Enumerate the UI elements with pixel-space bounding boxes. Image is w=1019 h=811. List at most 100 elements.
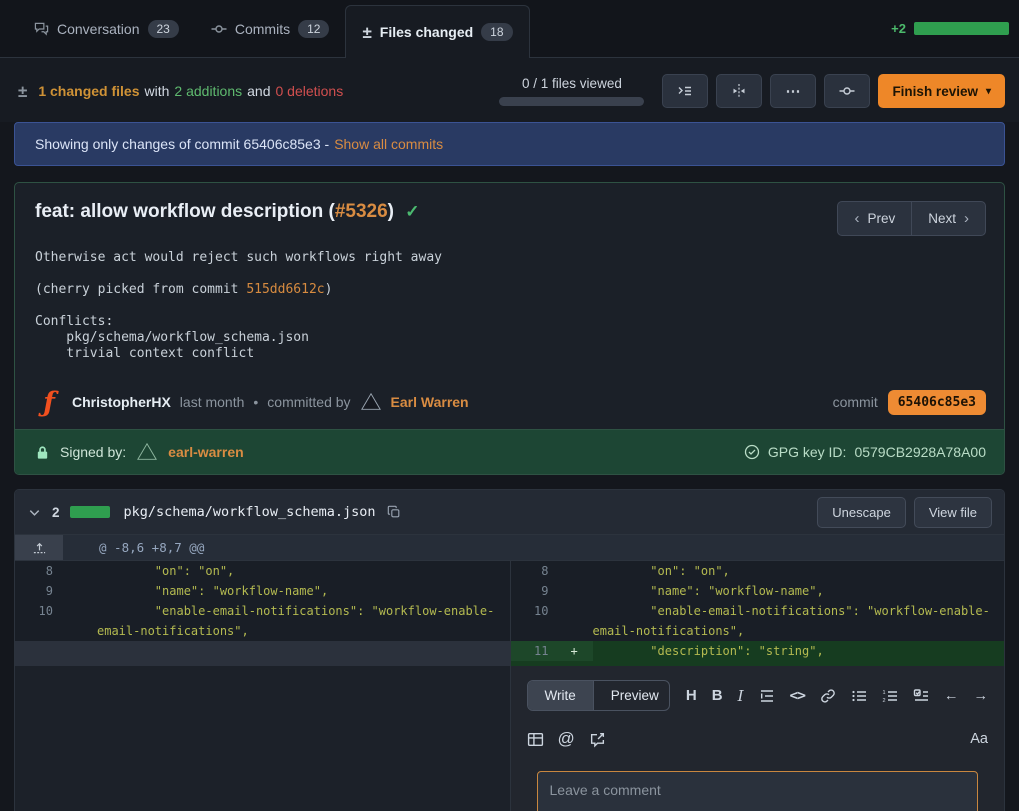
author-name[interactable]: ChristopherHX bbox=[72, 394, 171, 410]
diff-line-left-8[interactable]: 8 "on": "on", bbox=[15, 561, 510, 581]
line-number[interactable]: 11 bbox=[511, 641, 559, 661]
reference-icon[interactable] bbox=[589, 731, 606, 748]
hunk-header-text: @ -8,6 +8,7 @@ bbox=[63, 535, 204, 560]
issue-ref-link[interactable]: #5326 bbox=[335, 201, 388, 222]
line-number[interactable]: 8 bbox=[15, 561, 63, 581]
changed-files-summary: ± 1 changed files with 2 additions and 0… bbox=[18, 83, 343, 100]
file-tree-toggle-button[interactable] bbox=[662, 74, 708, 108]
table-icon[interactable] bbox=[527, 731, 544, 748]
committer-name[interactable]: Earl Warren bbox=[391, 394, 469, 410]
plain-text-toggle[interactable]: Aa bbox=[970, 731, 988, 747]
signer-avatar[interactable] bbox=[136, 441, 158, 463]
conversation-count-badge: 23 bbox=[148, 20, 179, 38]
summary-with: with bbox=[145, 83, 170, 99]
file-name[interactable]: pkg/schema/workflow_schema.json bbox=[124, 504, 376, 520]
diff-split-toggle-button[interactable] bbox=[716, 74, 762, 108]
blockquote-icon[interactable] bbox=[759, 688, 775, 704]
author-avatar[interactable]: ƒ bbox=[35, 388, 63, 416]
expand-hunk-button[interactable] bbox=[15, 535, 63, 560]
code-icon[interactable]: <> bbox=[790, 688, 805, 704]
line-number[interactable]: 9 bbox=[511, 581, 559, 601]
link-icon[interactable] bbox=[820, 688, 836, 704]
diff-line-right-11-added[interactable]: 11+ "description": "string", bbox=[510, 641, 1005, 666]
cherry-pick-sha-link[interactable]: 515dd6612c bbox=[246, 282, 324, 297]
finish-review-button[interactable]: Finish review ▾ bbox=[878, 74, 1005, 108]
conflicts-file: pkg/schema/workflow_schema.json bbox=[35, 330, 984, 346]
added-line-marker: + bbox=[559, 641, 593, 661]
view-file-button[interactable]: View file bbox=[914, 497, 992, 528]
diffstat-bar bbox=[914, 22, 1009, 35]
tab-conversation[interactable]: Conversation 23 bbox=[18, 0, 195, 57]
gpg-key-id: 0579CB2928A78A00 bbox=[854, 444, 986, 460]
diff-line-left-10[interactable]: 10 "enable-email-notifications": "workfl… bbox=[15, 601, 510, 641]
committer-avatar[interactable] bbox=[360, 391, 382, 413]
file-changes-count: 2 bbox=[52, 505, 60, 520]
show-all-commits-link[interactable]: Show all commits bbox=[334, 136, 443, 152]
line-number[interactable]: 10 bbox=[511, 601, 559, 621]
commit-author-row: ƒ ChristopherHX last month • committed b… bbox=[15, 375, 1004, 429]
mention-icon[interactable]: @ bbox=[558, 729, 575, 749]
ci-success-icon[interactable]: ✓ bbox=[405, 202, 419, 221]
hunk-header-row: @ -8,6 +8,7 @@ bbox=[15, 535, 1004, 561]
signed-by-label: Signed by: bbox=[60, 444, 126, 460]
task-list-icon[interactable] bbox=[913, 688, 929, 704]
tab-files-changed-label: Files changed bbox=[380, 24, 473, 40]
write-preview-tabs: Write Preview bbox=[527, 680, 670, 711]
code-text: "enable-email-notifications": "workflow-… bbox=[593, 601, 1005, 641]
ordered-list-icon[interactable]: 12 bbox=[882, 688, 898, 704]
bold-icon[interactable]: B bbox=[712, 687, 723, 704]
deletions-text: 0 deletions bbox=[275, 83, 343, 99]
additions-count: +2 bbox=[891, 21, 906, 36]
signer-name[interactable]: earl-warren bbox=[168, 444, 243, 460]
pr-diffstat: +2 bbox=[891, 0, 1019, 57]
summary-and: and bbox=[247, 83, 270, 99]
comment-input[interactable] bbox=[537, 771, 979, 811]
commit-select-button[interactable] bbox=[824, 74, 870, 108]
cherry-pick-text: (cherry picked from commit bbox=[35, 282, 246, 297]
pr-tab-bar: Conversation 23 Commits 12 ± Files chang… bbox=[0, 0, 1019, 58]
commits-count-badge: 12 bbox=[298, 20, 329, 38]
conflicts-header: Conflicts: bbox=[35, 314, 984, 330]
line-number[interactable]: 9 bbox=[15, 581, 63, 601]
undo-icon[interactable]: ← bbox=[944, 688, 959, 704]
diff-line-left-empty bbox=[15, 641, 510, 666]
collapse-file-icon[interactable] bbox=[27, 505, 42, 520]
diff-summary-icon: ± bbox=[18, 83, 27, 100]
split-diff-icon bbox=[731, 83, 747, 99]
files-toolbar: ± 1 changed files with 2 additions and 0… bbox=[0, 58, 1019, 122]
code-text: "name": "workflow-name", bbox=[593, 581, 1005, 601]
tab-commits[interactable]: Commits 12 bbox=[195, 0, 346, 57]
tab-write[interactable]: Write bbox=[528, 681, 593, 710]
copy-path-icon[interactable] bbox=[387, 505, 401, 519]
tab-preview[interactable]: Preview bbox=[593, 681, 670, 710]
committed-by-label: committed by bbox=[267, 394, 350, 410]
diff-file-box: 2 pkg/schema/workflow_schema.json Unesca… bbox=[14, 489, 1005, 811]
commit-label: commit bbox=[833, 394, 878, 410]
diff-line-left-9[interactable]: 9 "name": "workflow-name", bbox=[15, 581, 510, 601]
commit-nav: ‹ Prev Next › bbox=[837, 201, 986, 236]
redo-icon[interactable]: → bbox=[974, 688, 989, 704]
prev-commit-button[interactable]: ‹ Prev bbox=[837, 201, 911, 236]
diff-options-button[interactable]: ⋯ bbox=[770, 74, 816, 108]
changed-files-count: 1 changed files bbox=[38, 83, 139, 99]
commit-sha-badge[interactable]: 65406c85e3 bbox=[888, 390, 986, 415]
line-number[interactable]: 10 bbox=[15, 601, 63, 621]
commit-icon bbox=[211, 21, 227, 37]
prev-label: Prev bbox=[867, 211, 895, 226]
split-diff-table: 8 "on": "on", 8 "on": "on", 9 "name": "w… bbox=[15, 561, 1004, 811]
line-number[interactable]: 8 bbox=[511, 561, 559, 581]
unordered-list-icon[interactable] bbox=[851, 688, 867, 704]
next-commit-button[interactable]: Next › bbox=[911, 201, 986, 236]
cherry-pick-line: (cherry picked from commit 515dd6612c) bbox=[35, 282, 984, 298]
next-label: Next bbox=[928, 211, 956, 226]
diff-line-right-10[interactable]: 10 "enable-email-notifications": "workfl… bbox=[510, 601, 1005, 641]
cherry-pick-close: ) bbox=[325, 282, 333, 297]
tab-files-changed[interactable]: ± Files changed 18 bbox=[345, 5, 529, 58]
diff-line-right-9[interactable]: 9 "name": "workflow-name", bbox=[510, 581, 1005, 601]
diff-line-right-8[interactable]: 8 "on": "on", bbox=[510, 561, 1005, 581]
files-changed-count-badge: 18 bbox=[481, 23, 512, 41]
unescape-button[interactable]: Unescape bbox=[817, 497, 906, 528]
italic-icon[interactable]: I bbox=[738, 687, 744, 705]
heading-icon[interactable]: H bbox=[686, 687, 697, 704]
code-text: "name": "workflow-name", bbox=[97, 581, 510, 601]
